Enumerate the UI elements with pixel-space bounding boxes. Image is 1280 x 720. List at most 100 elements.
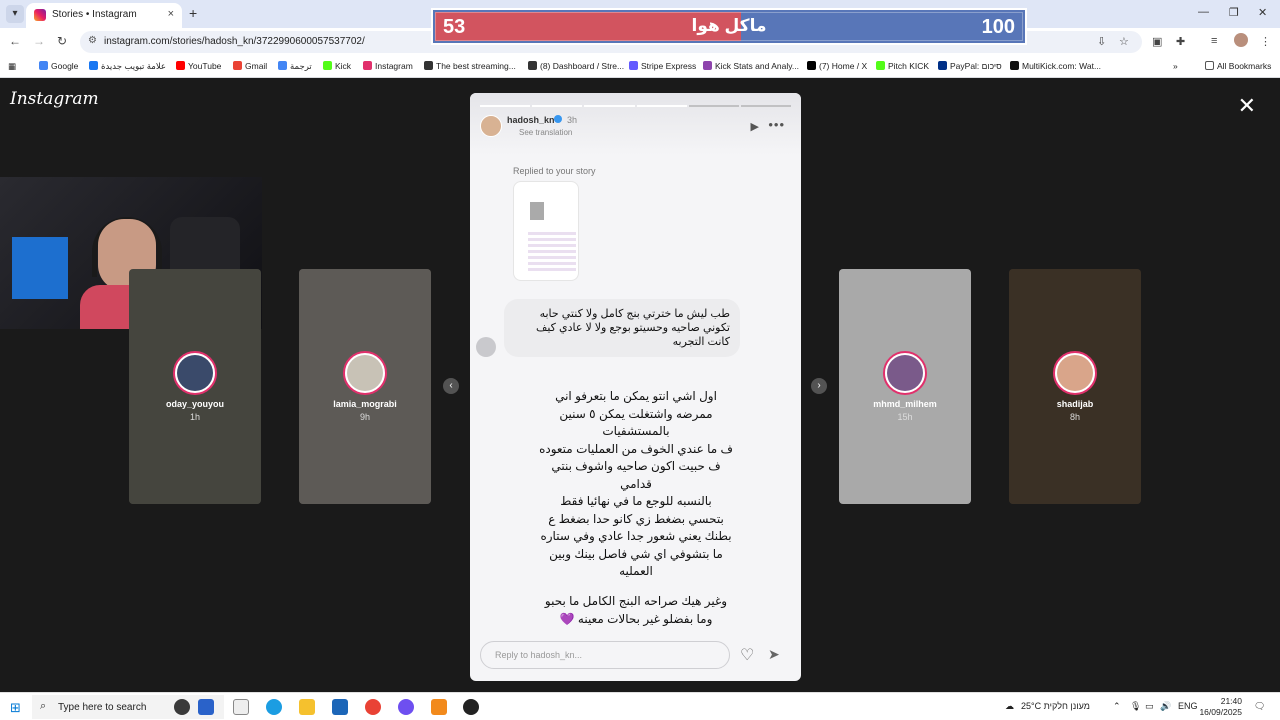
task-view-icon[interactable]	[233, 699, 249, 715]
vlc-icon[interactable]	[431, 699, 447, 715]
network-icon[interactable]: ▭	[1145, 701, 1154, 712]
profile-avatar[interactable]	[1234, 33, 1248, 47]
bookmark-star-icon[interactable]: ☆	[1119, 35, 1129, 48]
play-icon[interactable]: ▶	[751, 120, 759, 133]
story-progress-segment	[480, 105, 531, 107]
instagram-icon	[363, 61, 372, 70]
chrome-icon[interactable]	[365, 699, 381, 715]
monitor-glow	[12, 237, 68, 299]
pitch-kick-icon	[876, 61, 885, 70]
multikick-icon	[1010, 61, 1019, 70]
more-options-icon[interactable]: •••	[768, 117, 785, 132]
story-time: 8h	[1069, 412, 1080, 422]
kick-icon	[323, 61, 332, 70]
bookmark-youtube[interactable]: YouTube	[176, 61, 221, 71]
kick-stats-icon	[703, 61, 712, 70]
more-bookmarks-button[interactable]: »	[1173, 61, 1178, 71]
new-tab-button[interactable]: +	[189, 5, 197, 21]
heart-icon[interactable]: ♡	[740, 645, 754, 665]
obs-icon[interactable]	[463, 699, 479, 715]
avatar	[343, 351, 387, 395]
bookmark-dashboard[interactable]: (8) Dashboard / Stre...	[528, 61, 624, 71]
score-overlay: 53 ماكل هوا 100	[431, 8, 1027, 45]
volume-icon[interactable]: 🔊	[1160, 701, 1171, 712]
apps-icon[interactable]: ▦	[8, 61, 16, 72]
story-preview-oday-youyou[interactable]: oday_youyou 1h	[129, 269, 261, 504]
tab-close-icon[interactable]: ×	[168, 8, 174, 20]
bookmark-kick-stats[interactable]: Kick Stats and Analy...	[703, 61, 799, 71]
bookmark-google[interactable]: Google	[39, 61, 78, 71]
bookmark-streaming[interactable]: The best streaming...	[424, 61, 516, 71]
maximize-button[interactable]: ❐	[1229, 6, 1239, 19]
next-story-icon[interactable]: ›	[811, 378, 827, 394]
file-explorer-icon[interactable]	[299, 699, 315, 715]
menu-icon[interactable]: ⋮	[1260, 35, 1271, 48]
forward-icon[interactable]: →	[33, 34, 45, 48]
bookmark-stripe[interactable]: Stripe Express	[629, 61, 696, 71]
story-viewer[interactable]: hadosh_kn 3h See translation ▶ ••• Repli…	[470, 93, 801, 681]
send-icon[interactable]: ➤	[768, 646, 780, 663]
paypal-icon	[938, 61, 947, 70]
instagram-logo[interactable]: Instagram	[10, 89, 99, 109]
bookmark-x[interactable]: (7) Home / X	[807, 61, 867, 71]
bookmark-new-tab[interactable]: علامة تبويب جديدة	[89, 61, 166, 72]
bookmark-gmail[interactable]: Gmail	[233, 61, 267, 71]
weather-icon[interactable]: ☁	[1005, 701, 1014, 712]
folder-icon	[1205, 61, 1214, 70]
windows-start-icon[interactable]: ⊞	[10, 700, 21, 716]
avatar	[883, 351, 927, 395]
site-info-icon[interactable]: ⚙	[88, 35, 97, 46]
close-story-icon[interactable]: ✕	[1238, 93, 1256, 119]
story-username: shadijab	[1056, 399, 1094, 409]
edge-icon[interactable]	[266, 699, 282, 715]
bookmark-pitch-kick[interactable]: Pitch KICK	[876, 61, 929, 71]
message-bubble: طب ليش ما خترتي بنج كامل ولا كنتي حابه ت…	[504, 299, 740, 357]
avatar	[173, 351, 217, 395]
stripe-icon	[629, 61, 638, 70]
tray-chevron-icon[interactable]: ⌃	[1113, 701, 1121, 712]
weather-text[interactable]: 25°C מעונן חלקית	[1021, 701, 1090, 711]
reload-icon[interactable]: ↻	[57, 34, 67, 48]
streaming-icon	[424, 61, 433, 70]
reply-input[interactable]: Reply to hadosh_kn...	[480, 641, 730, 669]
story-preview-shadijab[interactable]: shadijab 8h	[1009, 269, 1141, 504]
microphone-icon[interactable]: 🎙	[1130, 701, 1141, 712]
story-owner-username[interactable]: hadosh_kn	[507, 115, 555, 125]
language-indicator[interactable]: ENG	[1178, 701, 1198, 711]
window-close-button[interactable]: ✕	[1258, 6, 1267, 19]
minimize-button[interactable]: —	[1198, 6, 1209, 18]
mail-icon[interactable]	[332, 699, 348, 715]
story-preview-lamia-mograbi[interactable]: lamia_mograbi 9h	[299, 269, 431, 504]
notifications-icon[interactable]: 🗨	[1254, 701, 1265, 712]
tab-instagram[interactable]: Stories • Instagram ×	[26, 3, 182, 28]
clock-time: 21:40	[1220, 696, 1242, 706]
media-icon[interactable]: ≡	[1211, 35, 1217, 47]
see-translation-link[interactable]: See translation	[519, 128, 572, 137]
url-text[interactable]: instagram.com/stories/hadosh_kn/37229906…	[104, 36, 365, 47]
tab-list-button[interactable]: ▾	[6, 5, 24, 23]
bookmark-instagram[interactable]: Instagram	[363, 61, 413, 71]
extension-icon[interactable]: ▣	[1152, 35, 1162, 48]
previous-story-icon[interactable]: ‹	[443, 378, 459, 394]
instagram-story-page: Instagram ✕ oday_youyou 1h lamia_mograbi…	[0, 79, 1280, 692]
bookmark-kick[interactable]: Kick	[323, 61, 351, 71]
soccer-app-icon[interactable]	[174, 699, 190, 715]
story-username: mhmd_milhem	[873, 399, 937, 409]
back-icon[interactable]: ←	[9, 34, 21, 48]
story-owner-avatar[interactable]	[480, 115, 502, 137]
app-icon[interactable]	[198, 699, 214, 715]
all-bookmarks-button[interactable]: All Bookmarks	[1205, 61, 1271, 71]
install-icon[interactable]: ⇩	[1097, 35, 1106, 48]
puzzle-icon[interactable]: ✚	[1176, 35, 1185, 48]
bookmark-paypal[interactable]: PayPal: סיכום	[938, 61, 1002, 71]
reply-placeholder: Reply to hadosh_kn...	[495, 650, 583, 660]
screen: ▾ Stories • Instagram × + — ❐ ✕ ← → ↻ ⚙ …	[0, 0, 1280, 720]
discord-icon[interactable]	[398, 699, 414, 715]
bookmark-multikick[interactable]: MultiKick.com: Wat...	[1010, 61, 1101, 71]
replied-story-thumbnail	[513, 181, 579, 281]
story-message-text-2: وغير هيك صراحه البنج الكامل ما بحبو وما …	[544, 594, 728, 626]
bookmark-translate[interactable]: ترجمة	[278, 61, 312, 72]
clock[interactable]: 21:40 16/09/2025	[1199, 696, 1242, 718]
story-preview-mhmd-milhem[interactable]: mhmd_milhem 15h	[839, 269, 971, 504]
taskbar-search[interactable]: ⌕ Type here to search	[32, 695, 224, 719]
